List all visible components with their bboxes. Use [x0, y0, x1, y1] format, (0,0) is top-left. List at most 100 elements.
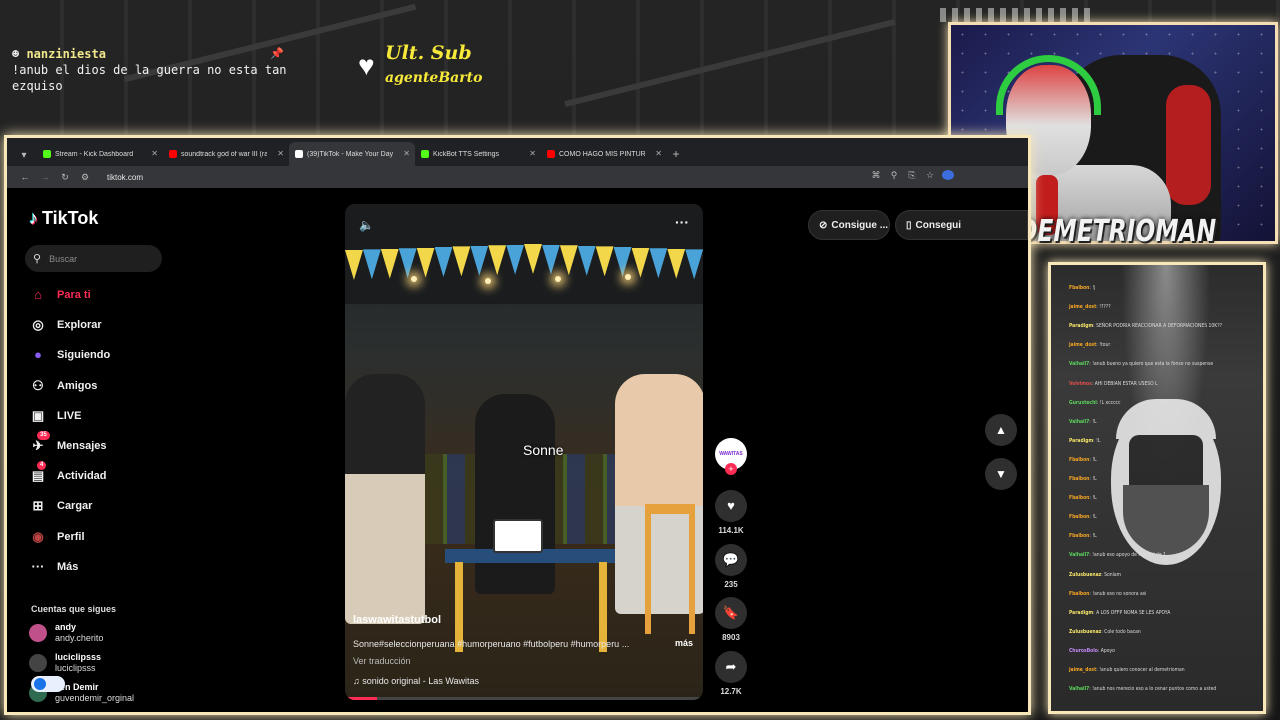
sidebar-item-label: LIVE	[57, 409, 82, 422]
tiktok-note-icon: ♪	[29, 208, 38, 228]
bunting-flag	[470, 245, 489, 276]
zoom-icon[interactable]: ⚲	[888, 170, 900, 182]
tab-close-icon[interactable]: ✕	[529, 149, 536, 158]
next-video-chevron-down-icon[interactable]: ▼	[985, 458, 1017, 490]
comment-icon[interactable]: 💬	[715, 544, 747, 576]
sidebar-item-siguiendo[interactable]: ● Siguiendo	[29, 346, 110, 364]
sidebar-item-label: Siguiendo	[57, 349, 111, 362]
follow-plus-icon[interactable]: +	[725, 463, 737, 475]
chat-line-text: !anub bueno ya quiero que esta la fonso …	[1092, 361, 1214, 368]
bookmark-star-icon[interactable]: ☆	[924, 170, 936, 182]
tab-close-icon[interactable]: ✕	[277, 149, 284, 158]
sidebar-item-cargar[interactable]: ⊞ Cargar	[29, 497, 93, 515]
get-app-button[interactable]: ▯ Consegui	[895, 210, 1028, 240]
upload-icon: ⊞	[32, 498, 44, 514]
sidebar-item-más[interactable]: ··· Más	[29, 558, 79, 576]
stream-chat-panel: Fbalbon: !j jaime_dost: !???? Paradigm: SE…	[1048, 262, 1266, 714]
bunting-flag	[667, 248, 686, 279]
tab-3[interactable]: KickBot TTS Settings ✕	[415, 142, 541, 166]
chat-line-text: SEÑOR PODRIA REACCIONAR A DEFORMACIONES …	[1096, 323, 1222, 330]
browser-window: ▾ Stream - Kick Dashboard ✕ soundtrack god…	[4, 135, 1031, 715]
sidebar-item-explorar[interactable]: ◎ Explorar	[29, 316, 101, 334]
more-icon: ···	[31, 558, 45, 574]
profile-icon[interactable]	[942, 170, 954, 182]
video-sound-label: sonido original - Las Wawitas	[362, 676, 479, 686]
site-info-icon[interactable]: ⚙	[77, 172, 93, 183]
url-field[interactable]: tiktok.com	[107, 173, 143, 182]
reload-icon[interactable]: ↻	[57, 172, 73, 183]
search-icon: ⚲	[33, 253, 42, 265]
gaming-chair-accent	[1166, 85, 1211, 205]
video-sound[interactable]: ♫ sonido original - Las Wawitas	[353, 676, 479, 686]
chat-line-user: Paradigm	[1069, 437, 1094, 444]
video-player[interactable]: 🔈 ··· Sonne laswawitastutbol Sonne#selec…	[345, 204, 703, 700]
sidebar-item-para-ti[interactable]: ⌂ Para ti	[29, 286, 91, 304]
tab-search-icon[interactable]: ▾	[15, 146, 33, 166]
activity-icon: ▤ 4	[29, 461, 47, 485]
tab-close-icon[interactable]: ✕	[151, 149, 158, 158]
bookmark-icon[interactable]: 🔖	[715, 597, 747, 629]
chat-line-user: Guruxtechl	[1069, 399, 1097, 406]
chat-line-text: !L	[1096, 437, 1101, 444]
sidebar-item-live[interactable]: ▣ LIVE	[29, 407, 82, 425]
translate-link[interactable]: Ver traducción	[353, 656, 411, 666]
video-more-link[interactable]: más	[675, 638, 693, 648]
following-account[interactable]: andy andy.cherito	[29, 622, 103, 644]
cast-icon[interactable]: ⎘	[906, 170, 918, 182]
volume-icon[interactable]: 🔈	[359, 218, 374, 232]
video-progress[interactable]	[345, 697, 703, 700]
chat-line-user: ChurosBolo	[1069, 647, 1098, 654]
bunting-flag	[380, 248, 399, 279]
tab-0[interactable]: Stream - Kick Dashboard ✕	[37, 142, 163, 166]
chat-line: Valhall7: !anub eso apoyo de los god de …	[1069, 552, 1166, 559]
table-sign	[493, 519, 543, 553]
tab-label: (39)TikTok - Make Your Day	[307, 150, 393, 158]
friends-icon: ⚇	[32, 377, 44, 393]
tab-1[interactable]: soundtrack god of war III (rag ✕	[163, 142, 289, 166]
chat-line-text: A LOS OFFP NOMA SE LES APOYA	[1096, 609, 1171, 616]
sidebar-item-actividad[interactable]: ▤ 4 Actividad	[29, 461, 107, 485]
home-icon: ⌂	[34, 287, 42, 302]
chat-line: jaime_dost: !anub quiero conocer al deme…	[1069, 667, 1185, 673]
sidebar-item-mensajes[interactable]: ✈ 35 Mensajes	[29, 431, 107, 455]
streamer-name: DEMETRIOMAN	[1018, 214, 1217, 249]
chat-line-user: Fbalbon	[1069, 533, 1090, 540]
account-handle: andy.cherito	[55, 633, 104, 643]
get-app-label: Consegui	[915, 219, 962, 231]
chat-line-text: !anub eso no sonora asi	[1092, 590, 1147, 597]
translate-icon[interactable]: ⌘	[870, 170, 882, 182]
tiktok-logo[interactable]: ♪ TikTok	[29, 208, 98, 229]
chat-line-user: Valhall7	[1069, 361, 1090, 368]
following-account[interactable]: luciclipsss luciclipsss	[29, 652, 101, 674]
bunting-flags	[345, 244, 703, 284]
tab-4[interactable]: COMO HAGO MIS PINTURAS D ✕	[541, 142, 667, 166]
last-sub-title: Ult. Sub	[385, 42, 472, 64]
back-icon[interactable]: ←	[17, 172, 33, 182]
sidebar-item-amigos[interactable]: ⚇ Amigos	[29, 377, 97, 395]
sidebar-item-label: Perfil	[57, 530, 85, 543]
sidebar-item-perfil[interactable]: ◉ Perfil	[29, 528, 85, 546]
extension-badge[interactable]	[31, 676, 65, 692]
tab-close-icon[interactable]: ✕	[403, 149, 410, 158]
like-heart-icon[interactable]: ♥	[715, 490, 747, 522]
save-count: 8903	[722, 633, 740, 642]
previous-video-chevron-up-icon[interactable]: ▲	[985, 414, 1017, 446]
tab-close-icon[interactable]: ✕	[655, 149, 662, 158]
forward-icon[interactable]: →	[37, 172, 53, 182]
new-tab-icon[interactable]: +	[667, 142, 685, 166]
get-coins-button[interactable]: ⊘ Consigue ...	[808, 210, 890, 240]
share-icon[interactable]: ➦	[715, 651, 747, 683]
account-handle: guvendemir_orginal	[55, 693, 135, 703]
sidebar-item-label: Mensajes	[57, 440, 107, 452]
tab-2[interactable]: (39)TikTok - Make Your Day ✕	[289, 142, 415, 166]
chat-line: Fbalbon: !L	[1069, 533, 1097, 540]
tab-label: COMO HAGO MIS PINTURAS D	[559, 150, 645, 158]
more-options-icon[interactable]: ···	[675, 214, 689, 230]
search-input[interactable]: ⚲ Buscar	[25, 245, 162, 272]
bunting-flag	[649, 248, 668, 279]
stage-light	[485, 278, 491, 284]
video-author[interactable]: laswawitastutbol	[353, 614, 441, 626]
tab-label: KickBot TTS Settings	[433, 150, 500, 158]
tab-label: soundtrack god of war III (rag	[181, 150, 267, 158]
tab-list: Stream - Kick Dashboard ✕ soundtrack god o…	[37, 142, 667, 166]
